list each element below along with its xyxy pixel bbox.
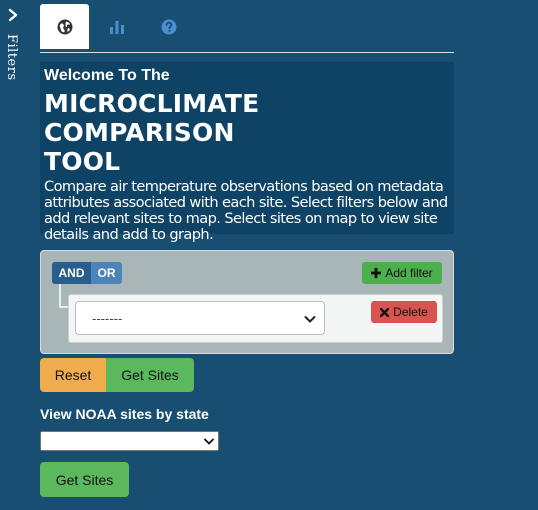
chevron-down-icon xyxy=(304,316,316,323)
page-title: MICROCLIMATE COMPARISON TOOL xyxy=(44,89,450,176)
intro-panel: Welcome To The MICROCLIMATE COMPARISON T… xyxy=(40,62,454,243)
reset-button[interactable]: Reset xyxy=(40,358,106,392)
welcome-text: Welcome To The xyxy=(44,67,170,84)
filter-field-select[interactable]: ------- xyxy=(75,301,325,335)
filters-label: Filters xyxy=(4,34,19,81)
filter-rule: ------- Delete xyxy=(68,294,443,343)
chevron-down-icon xyxy=(204,438,214,445)
tab-map[interactable] xyxy=(40,4,89,49)
get-noaa-sites-button[interactable]: Get Sites xyxy=(40,462,129,497)
delete-label: Delete xyxy=(393,305,428,319)
tab-help[interactable] xyxy=(144,4,193,49)
get-sites-button[interactable]: Get Sites xyxy=(106,358,194,392)
filter-field-value: ------- xyxy=(92,310,123,326)
globe-icon xyxy=(57,19,72,34)
and-button[interactable]: AND xyxy=(52,262,91,284)
state-select[interactable] xyxy=(40,431,219,451)
noaa-state-label: View NOAA sites by state xyxy=(40,406,209,422)
filters-sidebar-toggle[interactable]: Filters xyxy=(0,0,26,510)
bar-chart-icon xyxy=(109,20,124,34)
delete-rule-button[interactable]: Delete xyxy=(371,301,437,323)
add-filter-button[interactable]: Add filter xyxy=(362,262,442,284)
title-line-2: TOOL xyxy=(44,147,121,176)
filter-builder: AND OR Add filter ------- Delete xyxy=(40,250,454,354)
plus-icon xyxy=(371,268,382,278)
question-circle-icon xyxy=(161,19,176,34)
or-button[interactable]: OR xyxy=(91,262,122,284)
title-line-1: MICROCLIMATE COMPARISON xyxy=(44,89,260,147)
add-filter-label: Add filter xyxy=(385,266,433,280)
intro-description: Compare air temperature observations bas… xyxy=(44,178,448,243)
tab-bar xyxy=(40,4,454,53)
tab-graph[interactable] xyxy=(92,4,141,49)
chevron-right-icon xyxy=(8,8,18,22)
close-icon xyxy=(380,307,390,317)
